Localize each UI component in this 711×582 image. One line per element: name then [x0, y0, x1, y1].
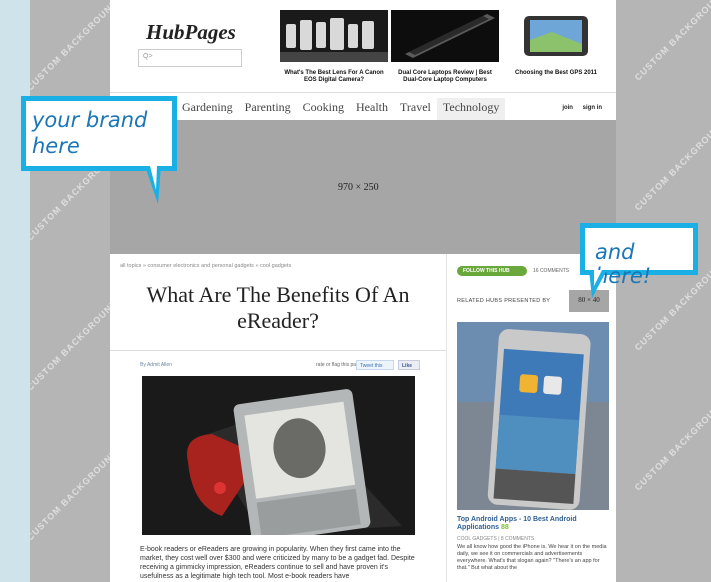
related-hub-description: We all know how good the iPhone is. We h…: [457, 544, 607, 572]
here-callout-tail: [589, 270, 607, 298]
camera-lenses-image: [280, 10, 388, 62]
article-title: What Are The Benefits Of An eReader?: [146, 282, 410, 334]
hub-score-badge: 88: [500, 524, 509, 532]
related-hub-title-text: Top Android Apps - 10 Best Android Appli…: [457, 516, 577, 532]
breadcrumb[interactable]: all topics » consumer electronics and pe…: [120, 263, 291, 269]
related-hub-meta[interactable]: COOL GADGETS | 8 COMMENTS: [457, 536, 534, 542]
featured-hub[interactable]: Choosing the Best GPS 2011: [502, 10, 610, 77]
featured-hub[interactable]: Dual Core Laptops Review | Best Dual-Cor…: [391, 10, 499, 84]
brand-callout: your brand here: [21, 96, 177, 171]
watermark-text: CUSTOM BACKGROUND: [30, 0, 120, 93]
watermark-text: CUSTOM BACKGROUND: [632, 397, 711, 493]
sidebar: FOLLOW THIS HUB 16 COMMENTS RELATED HUBS…: [446, 254, 616, 582]
watermark-text: CUSTOM BACKGROUND: [30, 297, 120, 393]
search-input[interactable]: Q>: [138, 49, 242, 67]
hubpages-logo[interactable]: HubPages: [146, 20, 236, 45]
join-link[interactable]: join: [562, 105, 573, 111]
related-hubs-label: RELATED HUBS PRESENTED BY: [457, 298, 551, 304]
watermark-text: CUSTOM BACKGROUND: [30, 447, 120, 543]
rate-flag-link[interactable]: rate or flag this page: [316, 362, 362, 368]
hub-page: HubPages Q> What's The Best Lens For A C…: [110, 0, 616, 582]
watermark-text: CUSTOM BACKGROUND: [632, 117, 711, 213]
laptop-image: [391, 10, 499, 62]
gps-device-image: [502, 10, 610, 62]
related-hub-title[interactable]: Top Android Apps - 10 Best Android Appli…: [457, 516, 609, 533]
ereader-photo: [142, 376, 415, 535]
featured-hub[interactable]: What's The Best Lens For A Canon EOS Dig…: [280, 10, 388, 84]
tweet-button[interactable]: Tweet this: [356, 360, 394, 370]
watermark-text: CUSTOM BACKGROUND: [632, 0, 711, 83]
author-byline[interactable]: By Admit Allen: [140, 362, 172, 368]
brand-callout-text: your brand here: [32, 108, 148, 159]
featured-hub-caption: Choosing the Best GPS 2011: [514, 70, 598, 76]
featured-hub-caption: Dual Core Laptops Review | Best Dual-Cor…: [398, 70, 492, 84]
featured-hub-caption: What's The Best Lens For A Canon EOS Dig…: [284, 70, 384, 84]
topic-navigation: Gardening Parenting Cooking Health Trave…: [110, 92, 616, 123]
brand-callout-tail: [145, 166, 161, 204]
like-button[interactable]: Like: [398, 360, 420, 370]
follow-hub-button[interactable]: FOLLOW THIS HUB: [457, 266, 527, 276]
ad-size-label: 970 × 250: [338, 182, 379, 193]
sign-in-link[interactable]: sign in: [583, 105, 602, 111]
ad-banner: 970 × 250: [110, 120, 616, 254]
here-callout: and here!: [580, 223, 698, 288]
divider: [110, 350, 446, 351]
article-body: E-book readers or eReaders are growing i…: [140, 546, 415, 580]
android-phone-image[interactable]: [457, 322, 609, 510]
comments-count[interactable]: 16 COMMENTS: [533, 268, 569, 274]
